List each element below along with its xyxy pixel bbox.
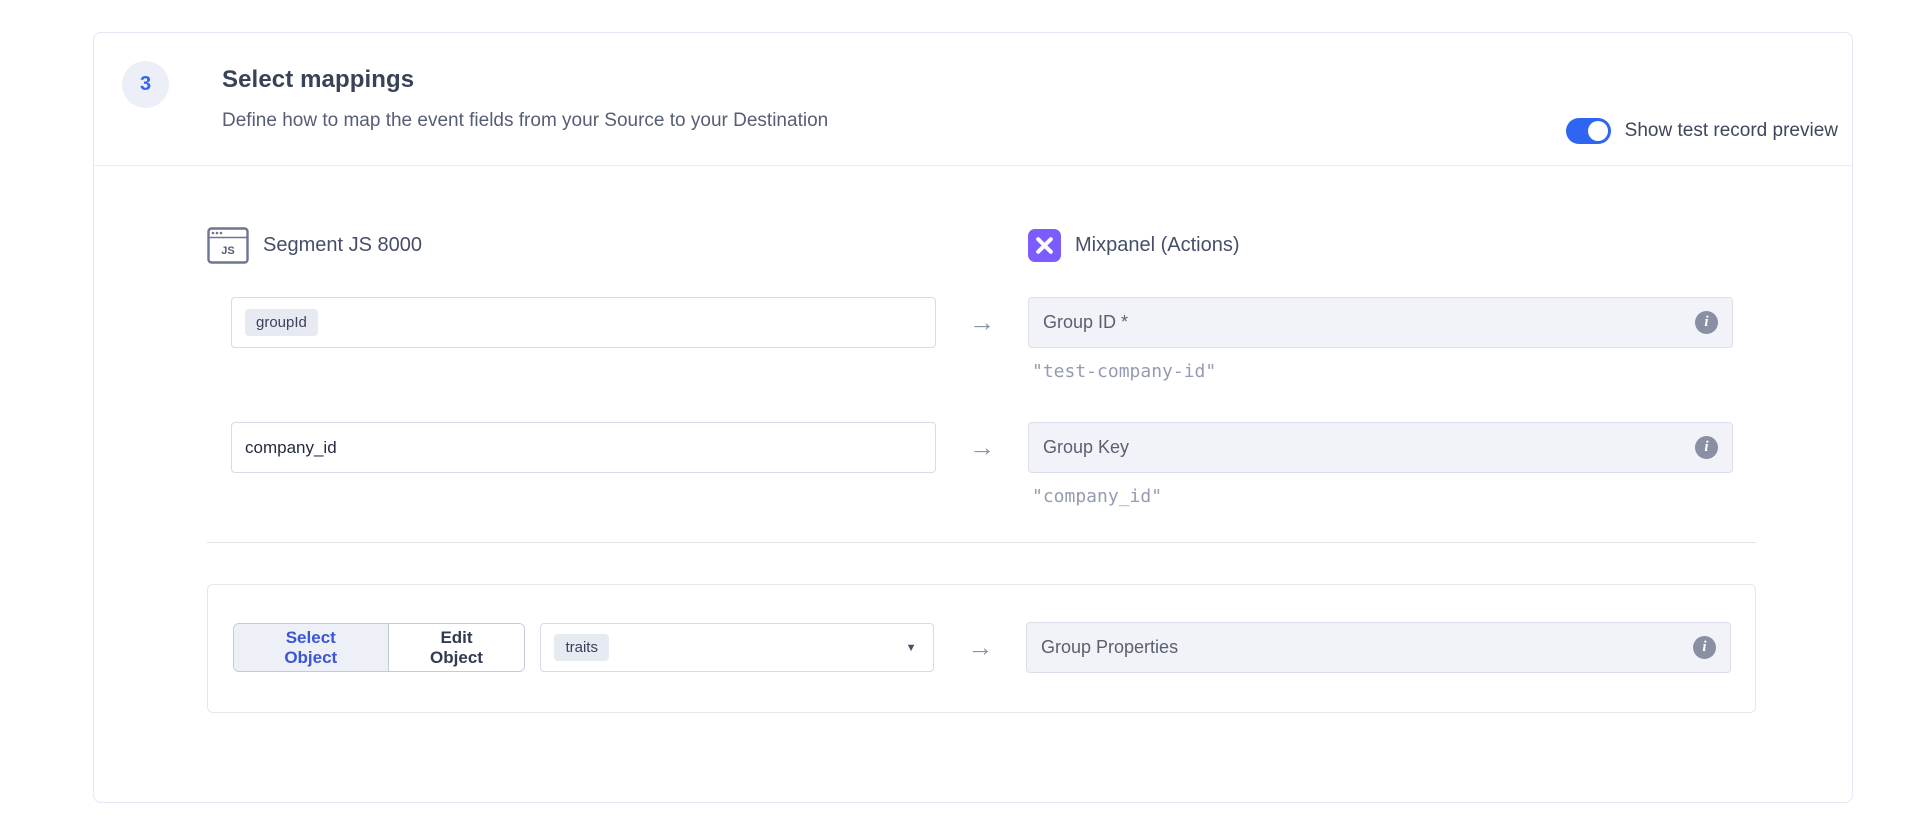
card-header: 3 Select mappings Define how to map the … xyxy=(94,33,1852,166)
source-field-input-group-key[interactable]: company_id xyxy=(231,422,936,473)
info-icon[interactable]: i xyxy=(1695,311,1718,334)
mapping-arrow-icon: → xyxy=(936,422,1028,473)
mixpanel-icon xyxy=(1028,229,1061,262)
page-title: Select mappings xyxy=(222,66,1838,94)
test-record-preview-value: "company_id" xyxy=(1032,486,1733,507)
destination-cell: Group ID * i "test-company-id" xyxy=(1028,297,1733,382)
destination-field-label: Group ID * xyxy=(1043,312,1128,333)
object-mode-segmented-control: Select Object Edit Object xyxy=(233,623,525,672)
step-number: 3 xyxy=(140,73,151,96)
step-number-badge: 3 xyxy=(122,61,169,108)
mappings-body: JS Segment JS 8000 Mixpanel (Actions) gr… xyxy=(94,227,1852,713)
toggle-knob xyxy=(1588,121,1608,141)
edit-object-button[interactable]: Edit Object xyxy=(389,624,525,671)
object-dropdown-token: traits xyxy=(554,634,609,661)
endpoints-row: JS Segment JS 8000 Mixpanel (Actions) xyxy=(207,227,1756,264)
destination-cell: Group Key i "company_id" xyxy=(1028,422,1733,507)
test-record-preview-value: "test-company-id" xyxy=(1032,361,1733,382)
svg-text:JS: JS xyxy=(221,245,234,257)
object-mapping-box: Select Object Edit Object traits ▼ → Gro… xyxy=(207,584,1756,713)
destination-endpoint: Mixpanel (Actions) xyxy=(1028,229,1733,262)
source-cell: company_id xyxy=(207,422,936,473)
select-mappings-card: 3 Select mappings Define how to map the … xyxy=(93,32,1853,803)
destination-field-group-key[interactable]: Group Key i xyxy=(1028,422,1733,473)
destination-cell: Group Properties i xyxy=(1026,622,1731,673)
object-dropdown[interactable]: traits ▼ xyxy=(540,623,934,672)
destination-field-label: Group Properties xyxy=(1041,637,1178,658)
mapping-row-group-id: groupId → Group ID * i "test-company-id" xyxy=(207,297,1756,382)
destination-field-group-id[interactable]: Group ID * i xyxy=(1028,297,1733,348)
show-test-record-toggle[interactable] xyxy=(1566,118,1611,144)
destination-name: Mixpanel (Actions) xyxy=(1075,234,1240,257)
toggle-label: Show test record preview xyxy=(1625,120,1838,142)
object-controls: Select Object Edit Object traits ▼ xyxy=(233,623,934,672)
select-object-button[interactable]: Select Object xyxy=(234,624,389,671)
mapping-row-group-key: company_id → Group Key i "company_id" xyxy=(207,422,1756,507)
mapping-arrow-icon: → xyxy=(934,622,1026,673)
destination-field-group-properties[interactable]: Group Properties i xyxy=(1026,622,1731,673)
source-field-value: company_id xyxy=(245,438,337,458)
chevron-down-icon: ▼ xyxy=(906,642,917,654)
source-cell: groupId xyxy=(207,297,936,348)
section-divider xyxy=(207,542,1756,543)
test-record-toggle-group: Show test record preview xyxy=(1566,118,1838,144)
info-icon[interactable]: i xyxy=(1695,436,1718,459)
source-endpoint: JS Segment JS 8000 xyxy=(207,227,936,264)
info-icon[interactable]: i xyxy=(1693,636,1716,659)
browser-js-icon: JS xyxy=(207,227,249,264)
mapping-arrow-icon: → xyxy=(936,297,1028,348)
source-name: Segment JS 8000 xyxy=(263,234,422,257)
field-token[interactable]: groupId xyxy=(245,309,318,336)
destination-field-label: Group Key xyxy=(1043,437,1129,458)
source-field-input-group-id[interactable]: groupId xyxy=(231,297,936,348)
